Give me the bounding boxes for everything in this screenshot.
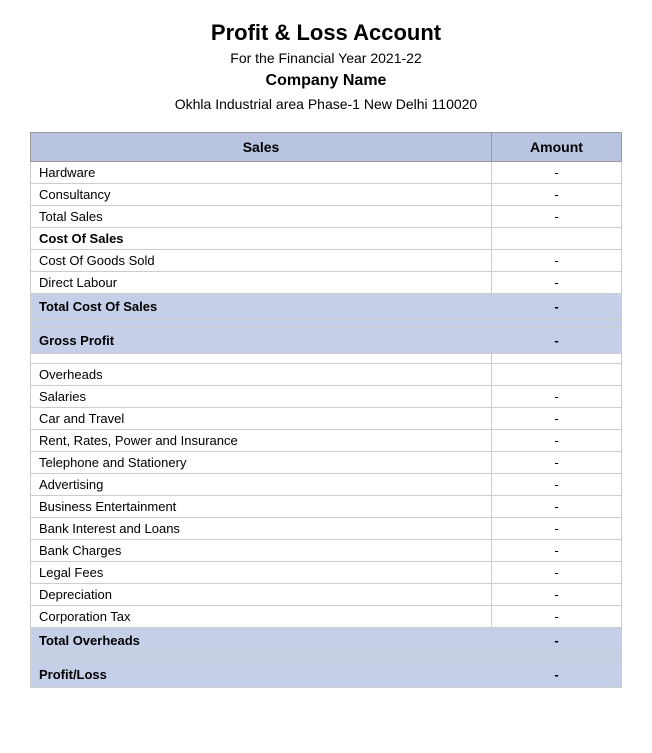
row-label: Car and Travel — [31, 408, 492, 430]
company-name: Company Name — [30, 72, 622, 90]
row-label: Profit/Loss — [31, 662, 492, 688]
sub-title: For the Financial Year 2021-22 — [30, 50, 622, 66]
table-row: Bank Charges- — [31, 540, 622, 562]
table-row: Total Cost Of Sales- — [31, 294, 622, 320]
row-amount: - — [492, 540, 622, 562]
row-label: Hardware — [31, 162, 492, 184]
main-title: Profit & Loss Account — [30, 20, 622, 46]
table-row: Direct Labour- — [31, 272, 622, 294]
row-amount: - — [492, 386, 622, 408]
row-amount — [492, 354, 622, 364]
spacer-cell-amount — [492, 320, 622, 328]
row-amount: - — [492, 606, 622, 628]
row-label: Advertising — [31, 474, 492, 496]
row-amount: - — [492, 452, 622, 474]
row-label: Cost Of Sales — [31, 228, 492, 250]
table-row: Total Overheads- — [31, 628, 622, 654]
row-amount: - — [492, 162, 622, 184]
row-label: Business Entertainment — [31, 496, 492, 518]
row-amount: - — [492, 628, 622, 654]
row-amount: - — [492, 272, 622, 294]
row-amount — [492, 364, 622, 386]
row-label: Depreciation — [31, 584, 492, 606]
row-label: Bank Interest and Loans — [31, 518, 492, 540]
row-label: Cost Of Goods Sold — [31, 250, 492, 272]
row-amount: - — [492, 430, 622, 452]
table-row — [31, 354, 622, 364]
row-amount: - — [492, 662, 622, 688]
col-amount-header: Amount — [492, 133, 622, 162]
table-row: Legal Fees- — [31, 562, 622, 584]
row-label: Consultancy — [31, 184, 492, 206]
table-row — [31, 654, 622, 662]
row-amount: - — [492, 474, 622, 496]
row-amount: - — [492, 206, 622, 228]
address: Okhla Industrial area Phase-1 New Delhi … — [30, 96, 622, 112]
table-row: Corporation Tax- — [31, 606, 622, 628]
table-row: Bank Interest and Loans- — [31, 518, 622, 540]
table-row: Depreciation- — [31, 584, 622, 606]
row-amount: - — [492, 250, 622, 272]
table-row: Profit/Loss- — [31, 662, 622, 688]
row-amount: - — [492, 518, 622, 540]
table-row: Cost Of Goods Sold- — [31, 250, 622, 272]
profit-loss-table: Sales Amount Hardware-Consultancy-Total … — [30, 132, 622, 688]
row-label — [31, 354, 492, 364]
row-label: Telephone and Stationery — [31, 452, 492, 474]
row-label: Total Overheads — [31, 628, 492, 654]
spacer-cell — [31, 654, 492, 662]
row-label: Overheads — [31, 364, 492, 386]
row-label: Gross Profit — [31, 328, 492, 354]
table-row: Cost Of Sales — [31, 228, 622, 250]
table-row: Overheads — [31, 364, 622, 386]
table-row: Advertising- — [31, 474, 622, 496]
row-amount — [492, 228, 622, 250]
table-row: Gross Profit- — [31, 328, 622, 354]
table-row: Business Entertainment- — [31, 496, 622, 518]
table-row: Car and Travel- — [31, 408, 622, 430]
table-row: Telephone and Stationery- — [31, 452, 622, 474]
table-row: Total Sales- — [31, 206, 622, 228]
table-row: Rent, Rates, Power and Insurance- — [31, 430, 622, 452]
row-amount: - — [492, 584, 622, 606]
header-section: Profit & Loss Account For the Financial … — [30, 20, 622, 112]
row-label: Corporation Tax — [31, 606, 492, 628]
row-label: Legal Fees — [31, 562, 492, 584]
table-row: Salaries- — [31, 386, 622, 408]
spacer-cell — [31, 320, 492, 328]
table-row — [31, 320, 622, 328]
row-amount: - — [492, 408, 622, 430]
table-row: Hardware- — [31, 162, 622, 184]
row-amount: - — [492, 294, 622, 320]
row-label: Direct Labour — [31, 272, 492, 294]
spacer-cell-amount — [492, 654, 622, 662]
table-row: Consultancy- — [31, 184, 622, 206]
row-label: Total Sales — [31, 206, 492, 228]
row-amount: - — [492, 496, 622, 518]
row-amount: - — [492, 184, 622, 206]
row-label: Bank Charges — [31, 540, 492, 562]
row-label: Salaries — [31, 386, 492, 408]
row-amount: - — [492, 562, 622, 584]
row-amount: - — [492, 328, 622, 354]
row-label: Rent, Rates, Power and Insurance — [31, 430, 492, 452]
row-label: Total Cost Of Sales — [31, 294, 492, 320]
col-sales-header: Sales — [31, 133, 492, 162]
